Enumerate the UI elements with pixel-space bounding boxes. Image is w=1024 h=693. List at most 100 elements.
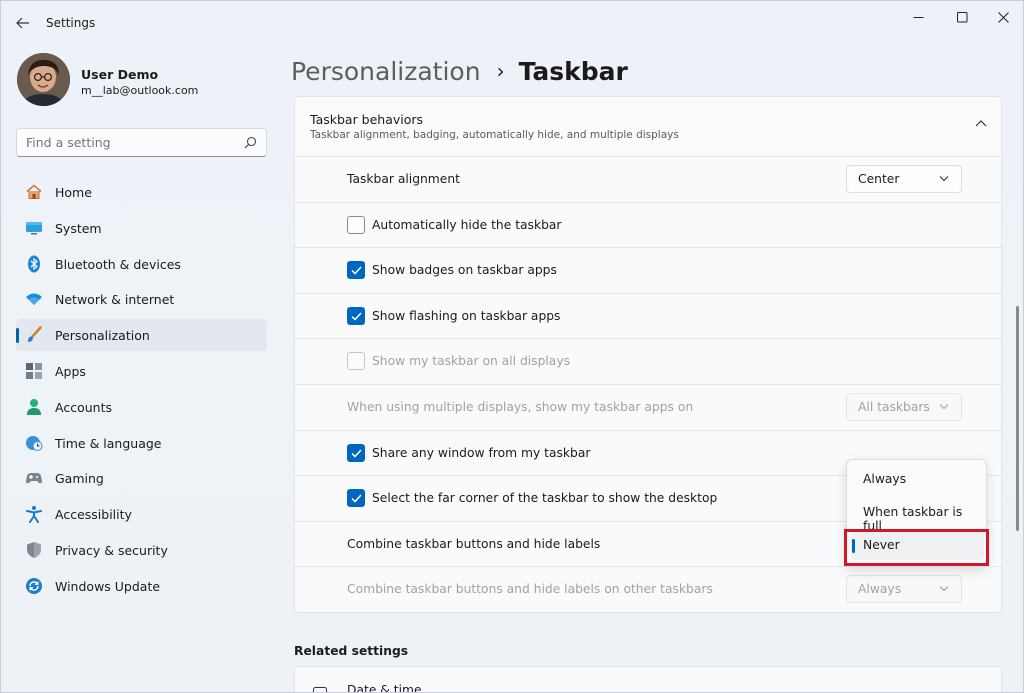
sidebar-item-label: Bluetooth & devices	[55, 257, 181, 272]
chevron-down-icon	[939, 175, 949, 182]
auto-hide-checkbox[interactable]	[347, 216, 365, 234]
checkmark-icon	[351, 494, 362, 503]
section-header[interactable]: Taskbar behaviors Taskbar alignment, bad…	[295, 97, 1001, 157]
chevron-down-icon	[939, 585, 949, 592]
setting-label: Show my taskbar on all displays	[372, 354, 570, 368]
setting-row-all-displays: Show my taskbar on all displays	[295, 339, 1001, 385]
flyout-option-always[interactable]: Always	[851, 465, 984, 494]
sidebar-item-personalization[interactable]: Personalization	[16, 319, 267, 351]
sidebar-item-label: Accounts	[55, 400, 112, 415]
dropdown-value: Always	[858, 582, 901, 596]
close-icon	[998, 12, 1009, 23]
sidebar-item-apps[interactable]: Apps	[16, 355, 267, 387]
sidebar-item-label: Privacy & security	[55, 543, 168, 558]
breadcrumb-parent[interactable]: Personalization	[291, 57, 481, 86]
back-button[interactable]	[11, 11, 35, 35]
breadcrumb: Personalization › Taskbar	[291, 53, 628, 89]
sidebar-item-bluetooth[interactable]: Bluetooth & devices	[16, 248, 267, 280]
sidebar-item-label: Windows Update	[55, 579, 160, 594]
home-icon	[25, 183, 43, 201]
user-profile[interactable]: User Demo m__lab@outlook.com	[17, 53, 277, 107]
sidebar-item-label: Apps	[55, 364, 86, 379]
setting-row-multiple-displays: When using multiple displays, show my ta…	[295, 385, 1001, 431]
related-item-date-time: Date & time	[347, 683, 422, 693]
sidebar-item-accessibility[interactable]: Accessibility	[16, 498, 267, 530]
related-settings-card[interactable]: Date & time	[294, 666, 1002, 693]
wifi-icon	[25, 290, 43, 308]
brush-icon	[25, 326, 43, 344]
sidebar-item-system[interactable]: System	[16, 212, 267, 244]
setting-label: Automatically hide the taskbar	[372, 218, 561, 232]
back-arrow-icon	[16, 17, 30, 29]
sidebar-item-windows-update[interactable]: Windows Update	[16, 570, 267, 602]
sidebar-item-label: Time & language	[55, 436, 161, 451]
share-window-checkbox[interactable]	[347, 444, 365, 462]
breadcrumb-separator: ›	[497, 59, 505, 83]
sidebar-item-label: Gaming	[55, 471, 104, 486]
sidebar-item-label: Home	[55, 185, 92, 200]
chevron-up-icon[interactable]	[975, 119, 987, 127]
option-label: Always	[863, 472, 906, 486]
search-icon	[244, 136, 257, 149]
setting-label: Show badges on taskbar apps	[372, 263, 557, 277]
setting-label: Taskbar alignment	[347, 172, 460, 186]
setting-label: When using multiple displays, show my ta…	[347, 400, 693, 414]
close-button[interactable]	[983, 5, 1023, 29]
checkmark-icon	[351, 449, 362, 458]
badges-checkbox[interactable]	[347, 261, 365, 279]
update-icon	[25, 577, 43, 595]
avatar	[17, 53, 70, 106]
related-settings-heading: Related settings	[294, 644, 408, 658]
calendar-clock-icon	[313, 687, 327, 693]
sidebar-item-privacy[interactable]: Privacy & security	[16, 534, 267, 566]
all-displays-checkbox	[347, 352, 365, 370]
active-indicator	[16, 328, 19, 343]
sidebar-item-network[interactable]: Network & internet	[16, 283, 267, 315]
setting-row-auto-hide: Automatically hide the taskbar	[295, 203, 1001, 249]
user-email: m__lab@outlook.com	[81, 84, 198, 97]
setting-label: Combine taskbar buttons and hide labels …	[347, 582, 713, 596]
setting-label: Combine taskbar buttons and hide labels	[347, 537, 600, 551]
search-box[interactable]	[16, 128, 267, 157]
search-input[interactable]	[26, 135, 226, 150]
maximize-icon	[957, 12, 968, 23]
flyout-option-when-full[interactable]: When taskbar is full	[851, 498, 984, 527]
setting-label: Show flashing on taskbar apps	[372, 309, 560, 323]
flashing-checkbox[interactable]	[347, 307, 365, 325]
minimize-button[interactable]	[898, 5, 938, 29]
sidebar-item-gaming[interactable]: Gaming	[16, 462, 267, 494]
minimize-icon	[913, 12, 924, 23]
taskbar-alignment-dropdown[interactable]: Center	[846, 165, 962, 193]
sidebar-item-label: Network & internet	[55, 292, 174, 307]
scrollbar[interactable]	[1016, 306, 1019, 531]
multiple-displays-dropdown: All taskbars	[846, 393, 962, 421]
page-title: Taskbar	[519, 57, 628, 86]
bluetooth-icon	[25, 255, 43, 273]
person-icon	[25, 398, 43, 416]
sidebar-nav: Home System Bluetooth & devices Network …	[16, 176, 267, 606]
annotation-highlight	[844, 529, 989, 566]
setting-row-combine-other: Combine taskbar buttons and hide labels …	[295, 567, 1001, 613]
maximize-button[interactable]	[942, 5, 982, 29]
user-name: User Demo	[81, 67, 158, 82]
setting-label: Select the far corner of the taskbar to …	[372, 491, 717, 505]
apps-icon	[25, 362, 43, 380]
setting-row-flashing: Show flashing on taskbar apps	[295, 294, 1001, 340]
accessibility-icon	[25, 505, 43, 523]
setting-label: Share any window from my taskbar	[372, 446, 590, 460]
sidebar-item-time-language[interactable]: Time & language	[16, 427, 267, 459]
sidebar-item-label: Accessibility	[55, 507, 132, 522]
dropdown-value: All taskbars	[858, 400, 930, 414]
section-subtitle: Taskbar alignment, badging, automaticall…	[310, 129, 679, 141]
checkmark-icon	[351, 312, 362, 321]
title-bar: Settings	[1, 1, 1023, 45]
monitor-icon	[25, 219, 43, 237]
chevron-down-icon	[939, 403, 949, 410]
checkmark-icon	[351, 266, 362, 275]
sidebar-item-label: Personalization	[55, 328, 150, 343]
sidebar-item-accounts[interactable]: Accounts	[16, 391, 267, 423]
sidebar-item-home[interactable]: Home	[16, 176, 267, 208]
far-corner-checkbox[interactable]	[347, 489, 365, 507]
sidebar-item-label: System	[55, 221, 102, 236]
shield-icon	[25, 541, 43, 559]
